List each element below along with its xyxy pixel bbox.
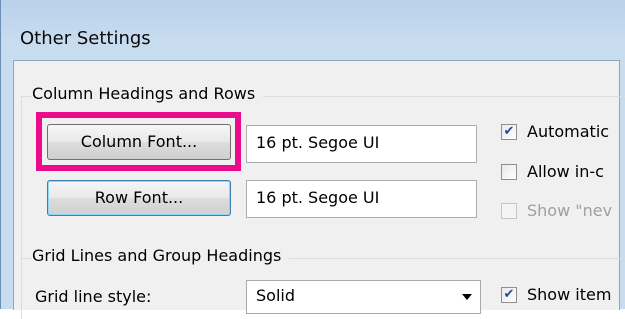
check-icon: ✔ xyxy=(503,287,515,302)
allow-in-cell-checkbox[interactable] xyxy=(501,164,517,180)
window-title: Other Settings xyxy=(20,28,151,49)
show-items-checkbox[interactable]: ✔ xyxy=(501,287,517,303)
grid-line-style-value: Solid xyxy=(256,286,295,305)
row-font-button[interactable]: Row Font... xyxy=(47,180,231,216)
show-new-label: Show "nev xyxy=(527,201,613,220)
callout-highlight-box xyxy=(36,112,241,171)
column-font-field: 16 pt. Segoe UI xyxy=(246,125,477,163)
automatic-label: Automatic xyxy=(527,122,610,141)
column-headings-group-label: Column Headings and Rows xyxy=(32,84,264,103)
grid-line-style-label: Grid line style: xyxy=(35,287,152,306)
chevron-down-icon[interactable] xyxy=(462,294,472,300)
grid-lines-group-label: Grid Lines and Group Headings xyxy=(32,246,290,265)
automatic-checkbox[interactable]: ✔ xyxy=(501,124,517,140)
check-icon: ✔ xyxy=(503,124,515,139)
dialog-window: Other Settings Column Headings and Rows … xyxy=(0,0,625,319)
row-font-field: 16 pt. Segoe UI xyxy=(246,180,477,218)
show-new-checkbox[interactable] xyxy=(501,203,517,219)
show-items-label: Show item xyxy=(527,285,612,304)
allow-in-cell-label: Allow in-c xyxy=(527,162,604,181)
